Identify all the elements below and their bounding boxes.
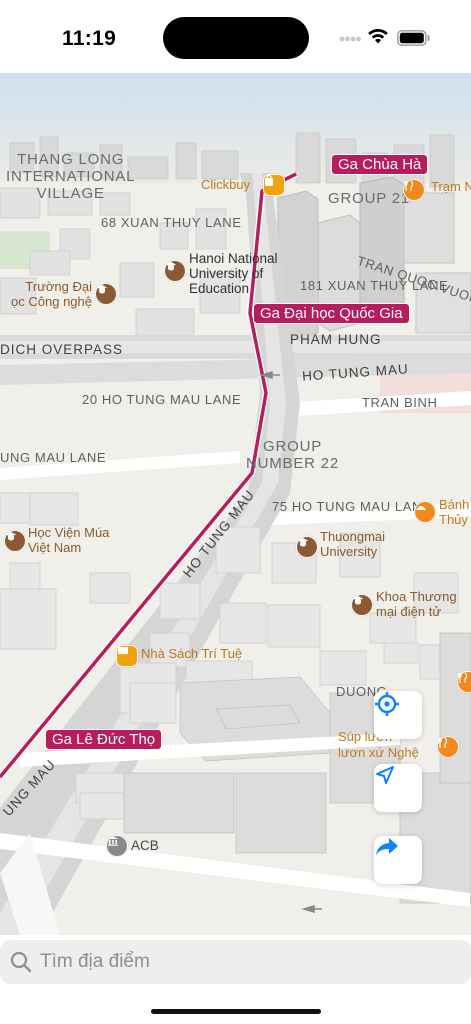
road-label-ung-mau-lane: UNG MAU LANE [0, 450, 107, 465]
restaurant-icon[interactable] [403, 179, 425, 201]
poi-label-thuongmai: Thuongmai University [320, 529, 386, 559]
poi-label-acb: ACB [131, 838, 159, 853]
graduation-cap-icon[interactable] [296, 536, 318, 558]
poi-label-hoc-vien-mua: Học Viện Múa Việt Nam [28, 525, 110, 555]
shopping-bag-icon[interactable] [263, 174, 285, 196]
status-time: 11:19 [62, 27, 117, 50]
bank-icon[interactable] [106, 835, 128, 857]
graduation-cap-icon[interactable] [95, 283, 117, 305]
station-dai-hoc-quoc-gia[interactable]: Ga Đại học Quốc Gia [253, 303, 410, 324]
cellular-signal-icon [339, 36, 361, 42]
area-label-thang-long: THANG LONG INTERNATIONAL VILLAGE [6, 151, 136, 202]
road-label-dich-overpass: DICH OVERPASS [0, 342, 124, 357]
poi-label-banh-thuy: Bánh Thủy [439, 497, 470, 527]
share-arrow-icon [376, 838, 398, 856]
locate-me-button[interactable] [374, 691, 422, 739]
road-label-20-ho-tung-mau: 20 HO TUNG MAU LANE [82, 392, 242, 407]
poi-label-clickbuy: Clickbuy [201, 177, 251, 192]
bakery-icon[interactable] [414, 501, 436, 523]
navigation-button[interactable] [374, 764, 422, 812]
battery-icon [397, 30, 430, 46]
home-indicator[interactable] [151, 1009, 321, 1014]
search-input[interactable] [40, 940, 460, 984]
restaurant-icon[interactable] [437, 736, 459, 758]
graduation-cap-icon[interactable] [4, 530, 26, 552]
dynamic-island [163, 17, 309, 59]
poi-label-hanoi-university: Hanoi National University of Education [189, 251, 278, 296]
poi-label-nha-sach: Nhà Sách Trí Tuệ [141, 646, 243, 661]
location-arrow-icon [376, 766, 394, 784]
book-icon[interactable] [116, 645, 138, 667]
station-le-duc-tho[interactable]: Ga Lê Đức Thọ [45, 729, 163, 750]
road-label-xuan-thuy: 68 XUAN THUY LANE [101, 215, 242, 230]
area-label-group22: GROUP NUMBER 22 [246, 438, 340, 472]
poi-label-khoa-thuong: Khoa Thương mại điện tử [376, 589, 457, 619]
graduation-cap-icon[interactable] [351, 594, 373, 616]
road-label-pham-hung: PHAM HUNG [290, 332, 382, 347]
area-label-group21: GROUP 21 [328, 190, 410, 207]
crosshair-icon [375, 692, 399, 716]
station-chua-ha[interactable]: Ga Chùa Hà [331, 154, 429, 175]
poi-label-truong-dai: Trường Đại ọc Công nghệ [11, 279, 92, 309]
wifi-icon [368, 28, 388, 44]
map-view[interactable]: THANG LONG INTERNATIONAL VILLAGE GROUP 2… [0, 73, 471, 935]
poi-label-tram: Trạm N [431, 179, 471, 194]
search-icon [10, 951, 32, 973]
search-bar[interactable] [0, 940, 471, 984]
road-label-75-ho-tung-mau: 75 HO TUNG MAU LANE [272, 499, 432, 514]
graduation-cap-icon[interactable] [164, 260, 186, 282]
status-bar: 11:19 [0, 0, 471, 73]
road-label-tran-binh: TRAN BINH [362, 395, 438, 410]
directions-button[interactable] [374, 836, 422, 884]
road-label-181-xuan-thuy: 181 XUAN THUY LANE [300, 278, 449, 293]
